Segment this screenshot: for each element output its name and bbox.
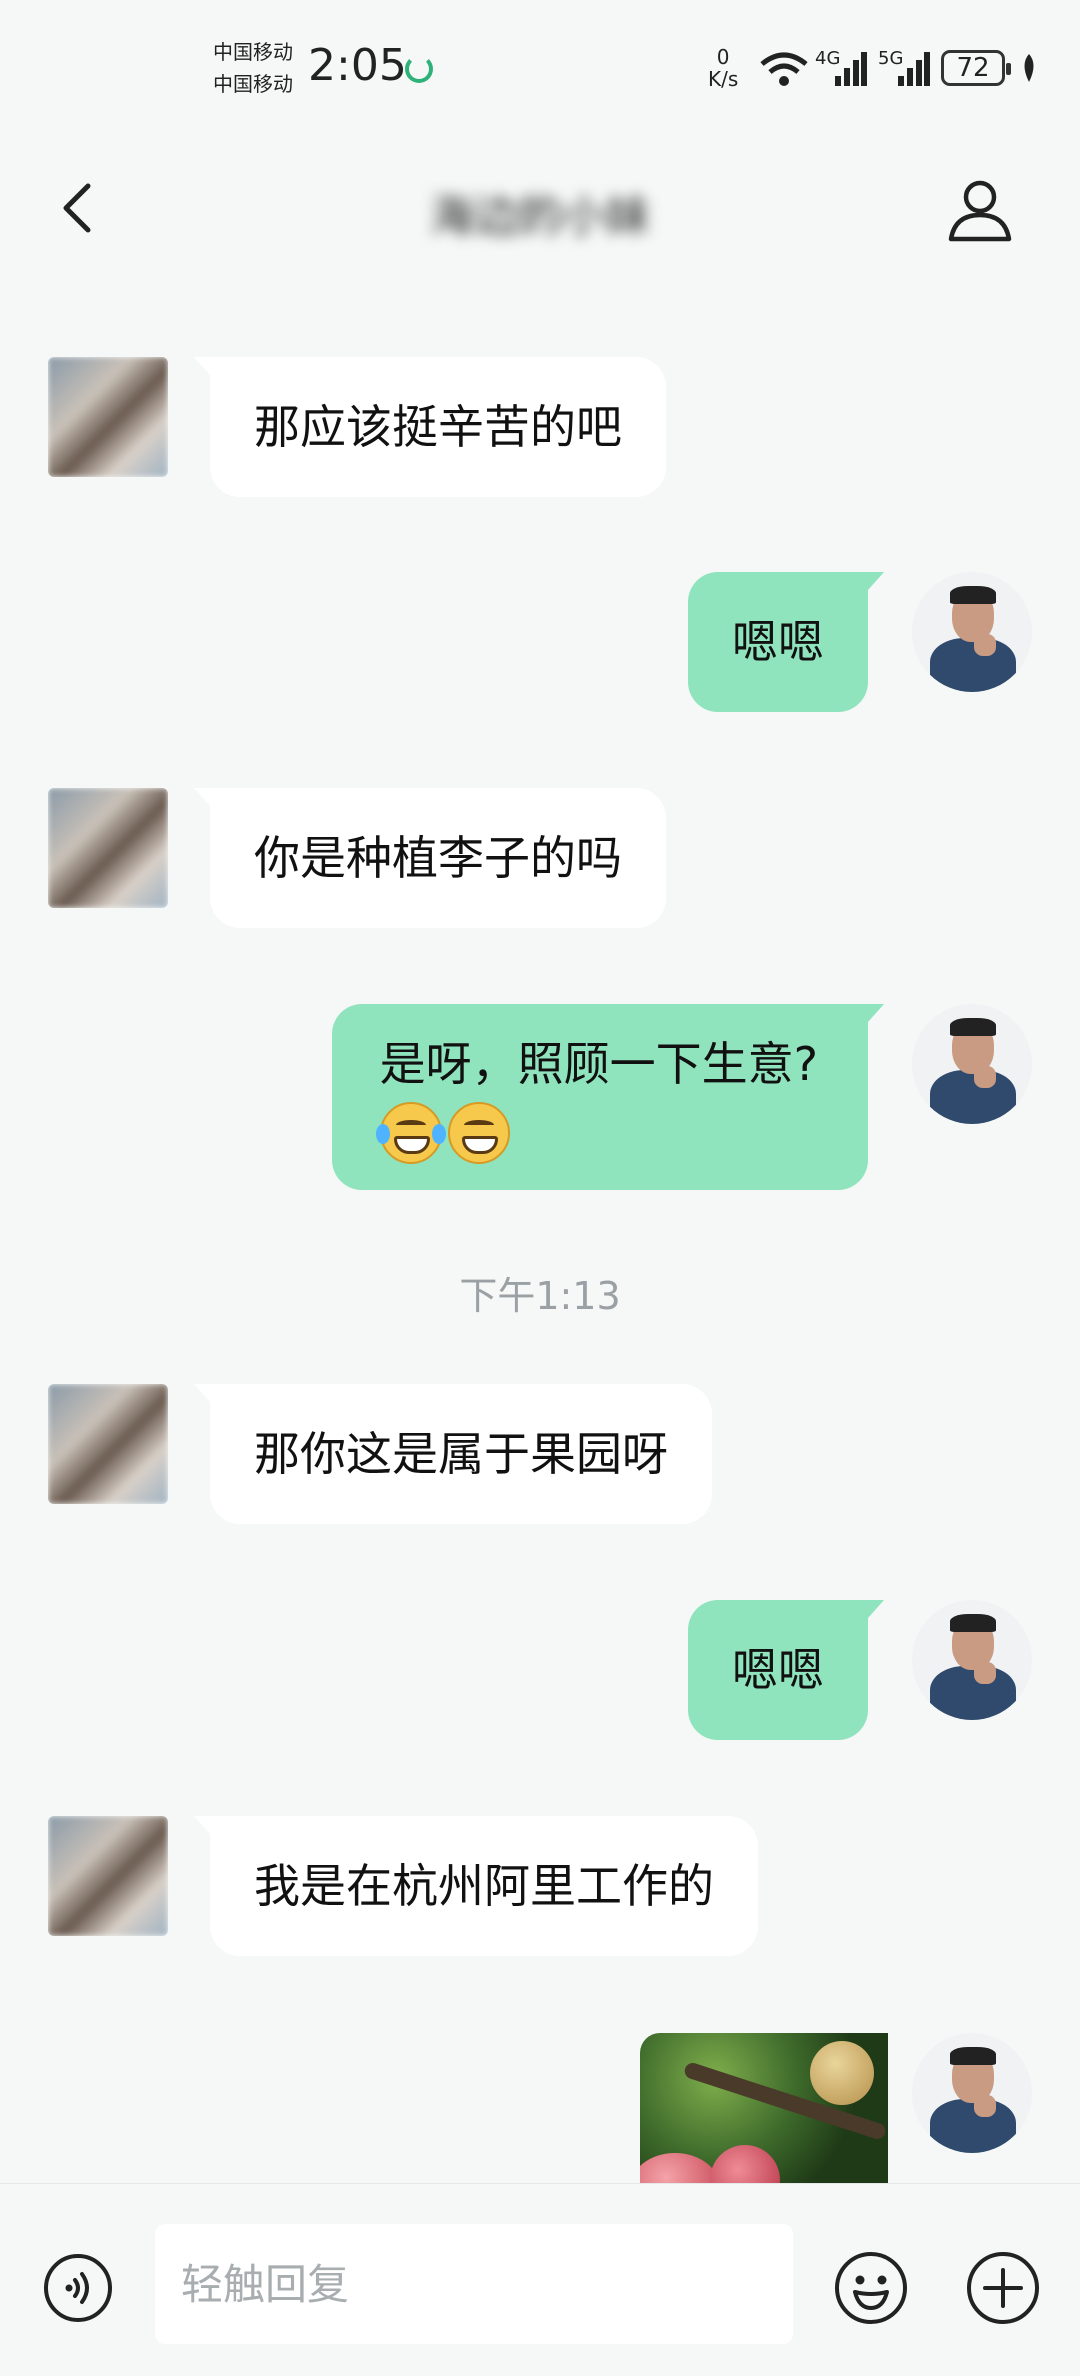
signal-2-icon	[898, 52, 930, 86]
message-bubble-received[interactable]: 那你这是属于果园呀	[194, 1384, 712, 1524]
chat-header: 海边的小妹	[0, 140, 1080, 270]
status-time: 2:05	[308, 40, 407, 91]
contact-avatar[interactable]	[48, 788, 168, 908]
emoji-row	[375, 1102, 818, 1164]
message-text: 你是种植李子的吗	[254, 831, 622, 885]
chat-title-text: 海边的小妹	[430, 191, 650, 242]
carrier-1: 中国移动	[213, 40, 293, 64]
self-avatar[interactable]	[912, 2033, 1032, 2153]
network-speed-unit: K/s	[708, 67, 739, 91]
status-bar: 中国移动 中国移动 2:05 0 K/s 4G 5G 72	[0, 0, 1080, 130]
fruit-tree-photo[interactable]	[640, 2033, 888, 2183]
contact-avatar[interactable]	[48, 1816, 168, 1936]
message-text: 嗯嗯	[732, 615, 824, 669]
self-avatar[interactable]	[912, 1004, 1032, 1124]
battery-indicator: 72	[941, 50, 1011, 86]
wifi-icon	[760, 52, 808, 86]
reply-input[interactable]	[155, 2224, 793, 2344]
input-bar	[0, 2183, 1080, 2376]
message-text: 是呀，照顾一下生意?	[379, 1037, 818, 1091]
signal-1-icon	[835, 52, 867, 86]
message-bubble-received[interactable]: 我是在杭州阿里工作的	[194, 1816, 758, 1956]
laughing-tears-emoji	[375, 1102, 446, 1164]
self-avatar[interactable]	[912, 1600, 1032, 1720]
chat-timestamp: 下午1:13	[459, 1274, 621, 1318]
plus-button[interactable]	[965, 2250, 1041, 2326]
carrier-labels: 中国移动 中国移动	[213, 36, 293, 100]
message-text: 那应该挺辛苦的吧	[254, 400, 622, 454]
message-text: 嗯嗯	[732, 1643, 824, 1697]
network-speed: 0 K/s	[708, 46, 738, 90]
contact-avatar[interactable]	[48, 357, 168, 477]
chat-title: 海边的小妹	[0, 180, 1080, 244]
sync-icon	[405, 55, 433, 83]
grinning-emoji	[447, 1102, 510, 1164]
message-bubble-sent[interactable]: 嗯嗯	[688, 572, 884, 712]
message-bubble-received[interactable]: 你是种植李子的吗	[194, 788, 666, 928]
voice-input-button[interactable]	[42, 2252, 114, 2324]
carrier-2: 中国移动	[213, 72, 293, 96]
message-text: 我是在杭州阿里工作的	[254, 1859, 714, 1913]
message-text: 那你这是属于果园呀	[254, 1427, 668, 1481]
emoji-button[interactable]	[833, 2250, 909, 2326]
leaf-icon	[1024, 54, 1034, 82]
message-bubble-sent[interactable]: 是呀，照顾一下生意?	[331, 1004, 885, 1190]
self-avatar[interactable]	[912, 572, 1032, 692]
network-speed-value: 0	[716, 45, 730, 69]
message-bubble-sent[interactable]: 嗯嗯	[688, 1600, 884, 1740]
contact-avatar[interactable]	[48, 1384, 168, 1504]
profile-button[interactable]	[945, 175, 1015, 245]
message-bubble-received[interactable]: 那应该挺辛苦的吧	[194, 357, 666, 497]
